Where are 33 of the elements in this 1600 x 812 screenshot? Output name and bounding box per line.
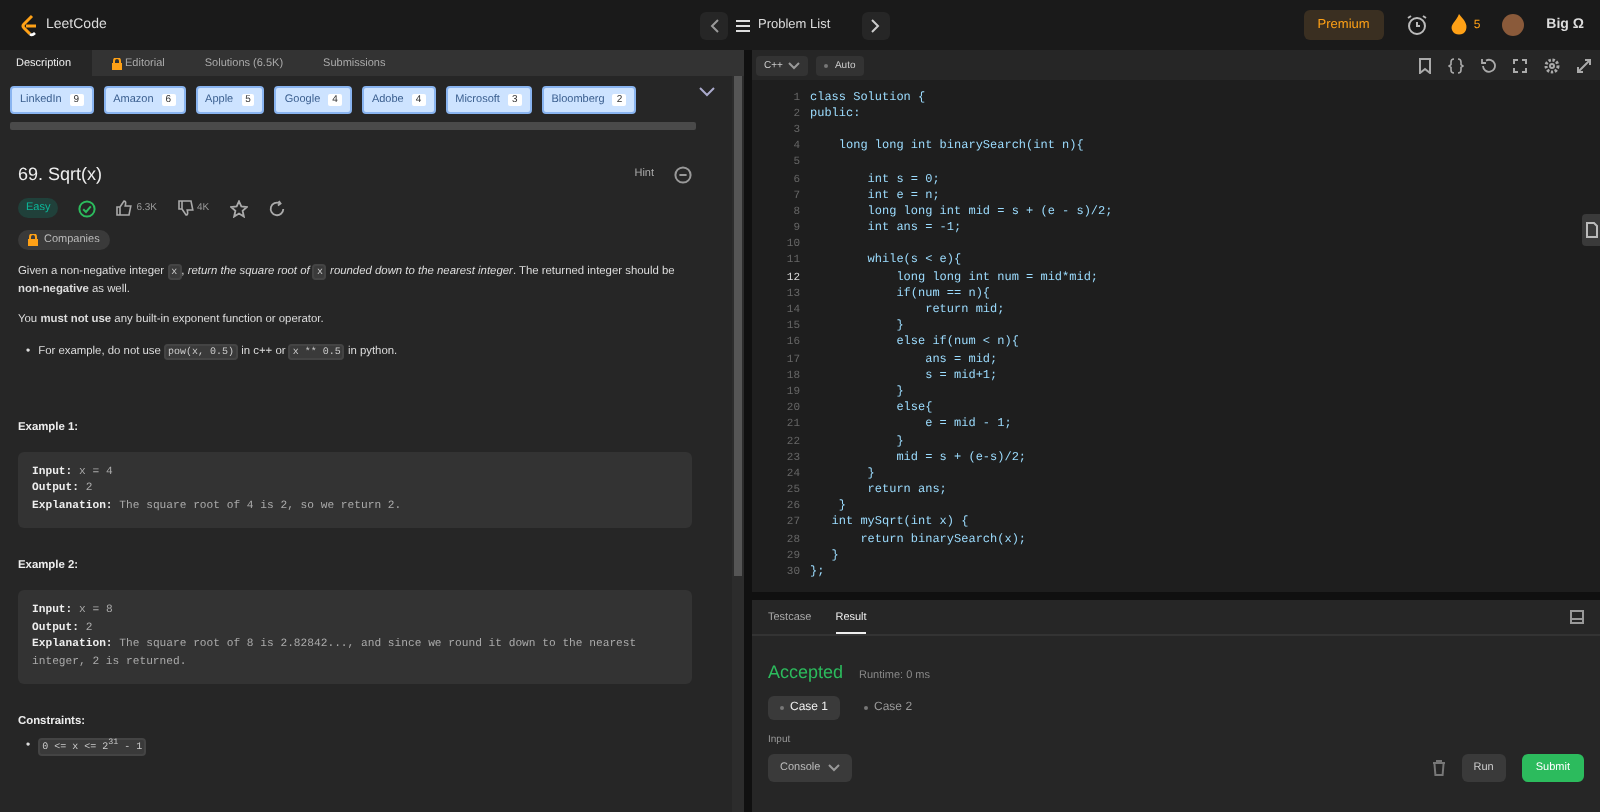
settings-icon[interactable]	[1544, 57, 1560, 73]
star-icon[interactable]	[229, 199, 248, 217]
chevron-down-icon	[788, 61, 801, 69]
refresh-icon[interactable]	[267, 199, 286, 217]
trash-icon[interactable]	[1431, 760, 1446, 776]
panel-icon[interactable]	[1570, 610, 1584, 624]
thumbs-down-icon[interactable]	[177, 200, 194, 216]
chevron-down-icon	[828, 764, 841, 772]
chevron-down-icon[interactable]	[698, 86, 716, 98]
braces-icon[interactable]	[1448, 57, 1464, 73]
document-icon	[1585, 222, 1597, 238]
thumbs-up-icon[interactable]	[116, 200, 133, 216]
problem-title: 69. Sqrt(x)	[18, 164, 103, 184]
info-icon[interactable]	[674, 165, 692, 183]
logo-icon	[20, 13, 40, 37]
next-button[interactable]	[862, 11, 891, 39]
vertical-scrollbar[interactable]	[732, 76, 744, 812]
note-button[interactable]	[1582, 214, 1600, 246]
lock-icon	[28, 234, 38, 246]
avatar[interactable]	[1502, 14, 1525, 36]
chevron-right-icon	[870, 17, 883, 33]
undo-icon[interactable]	[1480, 57, 1496, 73]
result-status: Accepted	[768, 662, 844, 682]
fullscreen-icon[interactable]	[1576, 57, 1592, 73]
alarm-clock-icon[interactable]	[1405, 14, 1428, 36]
list-icon	[736, 19, 750, 31]
horizontal-scrollbar[interactable]	[10, 122, 696, 130]
brackets-icon[interactable]	[1512, 57, 1528, 73]
flame-icon[interactable]	[1449, 14, 1468, 36]
previous-button[interactable]	[700, 11, 728, 39]
lock-icon	[111, 57, 122, 69]
chevron-left-icon	[708, 17, 720, 33]
bookmark-icon[interactable]	[1418, 57, 1432, 73]
